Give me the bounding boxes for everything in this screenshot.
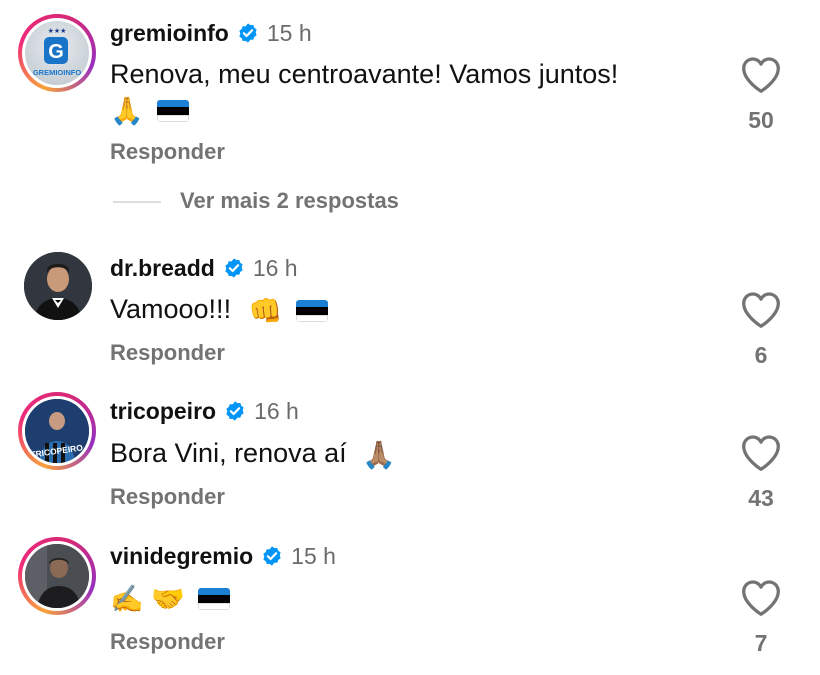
comment-header: vinidegremio 15 h <box>110 542 336 570</box>
estonia-flag-emoji <box>295 299 328 322</box>
comment-text: Vamooo!!! 👊 <box>110 290 328 330</box>
timestamp: 15 h <box>266 20 312 46</box>
story-ring[interactable] <box>18 537 96 615</box>
avatar[interactable]: ★★★ G GREMIOINFO <box>25 21 89 85</box>
heart-like-icon[interactable] <box>738 289 784 329</box>
svg-text:G: G <box>48 41 64 63</box>
comment-text-content: Bora Vini, renova aí <box>110 438 347 468</box>
like-count: 6 <box>754 342 768 368</box>
like-count: 7 <box>754 630 768 656</box>
reply-button[interactable]: Responder <box>110 629 225 655</box>
comment-text: ✍️ 🤝 <box>110 578 231 618</box>
estonia-flag-emoji <box>157 99 190 122</box>
username[interactable]: dr.breadd <box>110 254 215 282</box>
comment-text-content: Vamooo!!! <box>110 294 232 324</box>
fist-emoji: 👊 <box>248 295 283 326</box>
verified-badge-icon <box>226 401 244 421</box>
estonia-flag-emoji <box>198 587 231 610</box>
avatar-logo-text: GREMIOINFO <box>33 68 81 77</box>
verified-badge-icon <box>239 23 257 43</box>
avatar[interactable] <box>24 252 92 320</box>
writing-hand-emoji: ✍️ <box>110 583 144 614</box>
reply-button[interactable]: Responder <box>110 484 225 510</box>
handshake-emoji: 🤝 <box>151 583 185 614</box>
view-more-replies-button[interactable]: Ver mais 2 respostas <box>180 188 399 214</box>
username[interactable]: gremioinfo <box>110 19 229 47</box>
reply-button[interactable]: Responder <box>110 139 225 165</box>
timestamp: 15 h <box>291 543 336 569</box>
like-count: 43 <box>748 485 774 511</box>
story-ring[interactable]: TRICOPEIRO <box>18 392 96 470</box>
comment-header: tricopeiro 16 h <box>110 397 299 425</box>
verified-badge-icon <box>263 546 281 566</box>
story-ring[interactable]: ★★★ G GREMIOINFO <box>18 14 96 92</box>
avatar[interactable] <box>25 544 89 608</box>
comment-header: gremioinfo 15 h <box>110 19 312 47</box>
comment-text: Renova, meu centroavante! Vamos juntos! <box>110 59 619 89</box>
verified-badge-icon <box>225 258 243 278</box>
username[interactable]: tricopeiro <box>110 397 216 425</box>
comment-text-emojis: 🙏 <box>110 90 190 130</box>
comment-header: dr.breadd 16 h <box>110 254 298 282</box>
pray-emoji: 🙏 <box>110 95 144 126</box>
replies-divider <box>113 201 161 203</box>
pray-emoji: 🙏🏽 <box>362 439 396 470</box>
svg-text:★★★: ★★★ <box>48 27 67 35</box>
timestamp: 16 h <box>254 398 299 424</box>
heart-like-icon[interactable] <box>738 432 784 472</box>
reply-button[interactable]: Responder <box>110 340 225 366</box>
avatar[interactable]: TRICOPEIRO <box>25 399 89 463</box>
timestamp: 16 h <box>252 255 298 281</box>
comment-text: Bora Vini, renova aí 🙏🏽 <box>110 434 396 474</box>
username[interactable]: vinidegremio <box>110 542 253 570</box>
like-count: 50 <box>748 107 774 133</box>
heart-like-icon[interactable] <box>738 577 784 617</box>
heart-like-icon[interactable] <box>738 54 784 94</box>
